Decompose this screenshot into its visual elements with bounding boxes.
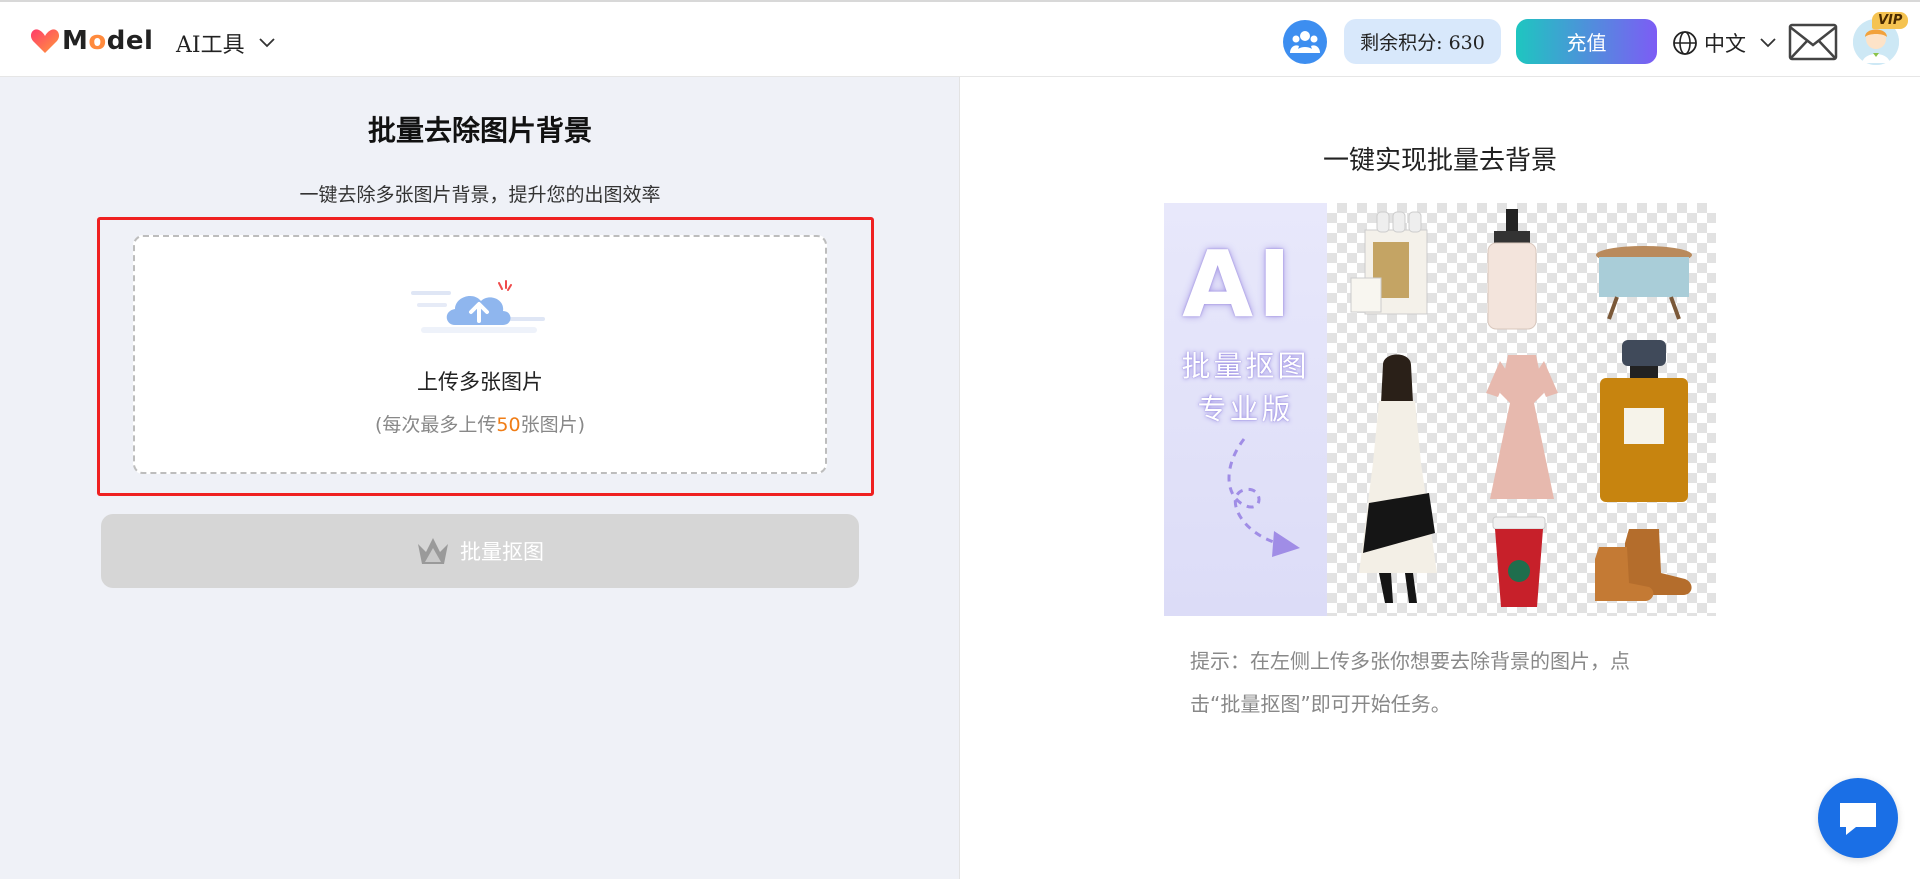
- product-boots-icon: [1595, 529, 1692, 601]
- language-label: 中文: [1704, 32, 1746, 56]
- product-device-icon: [1596, 246, 1692, 320]
- showcase-image: AI 批量抠图 专业版: [1164, 203, 1716, 616]
- chevron-down-icon: [1760, 38, 1776, 48]
- cloud-upload-icon: [411, 280, 545, 333]
- batch-cutout-label: 批量抠图: [460, 541, 544, 564]
- chat-button[interactable]: [1818, 778, 1898, 858]
- ai-tools-label: AI工具: [176, 33, 245, 58]
- vip-badge: VIP: [1872, 12, 1909, 29]
- ai-tools-menu[interactable]: AI工具: [176, 27, 275, 59]
- community-button[interactable]: [1283, 20, 1327, 64]
- upload-limit-number: 50: [496, 414, 521, 436]
- product-perfume-icon: [1600, 340, 1688, 502]
- product-cup-icon: [1492, 516, 1546, 607]
- language-selector[interactable]: 中文: [1672, 28, 1776, 58]
- page-title: 批量去除图片背景: [367, 114, 592, 147]
- upload-limit-suffix: 张图片): [520, 414, 586, 436]
- community-icon: [1290, 31, 1320, 53]
- mail-icon[interactable]: [1788, 23, 1838, 61]
- page-subtitle: 一键去除多张图片背景，提升您的出图效率: [299, 184, 661, 206]
- hint-text: 提示：在左侧上传多张你想要去除背景的图片，点击“批量抠图”即可开始任务。: [1190, 649, 1630, 716]
- showcase-title: 一键实现批量去背景: [1322, 146, 1557, 176]
- showcase-line1: 批量抠图: [1181, 349, 1310, 383]
- dashed-arrow-icon: [1227, 438, 1300, 557]
- points-balance: 剩余积分: 630: [1344, 19, 1501, 64]
- logo-text-m: M: [62, 26, 89, 56]
- chevron-down-icon: [258, 38, 275, 48]
- upload-dropzone[interactable]: [133, 235, 827, 474]
- upload-limit-prefix: (每次最多上传: [374, 414, 497, 436]
- showcase-ai-text: AI: [1182, 231, 1296, 338]
- showcase-line2: 专业版: [1197, 392, 1294, 426]
- product-bottle-icon: [1487, 209, 1537, 330]
- product-woman-icon: [1359, 354, 1437, 603]
- product-dress-icon: [1486, 355, 1558, 499]
- recharge-button[interactable]: 充值: [1516, 19, 1657, 64]
- upload-title: 上传多张图片: [417, 370, 543, 394]
- logo-text-del: del: [106, 26, 154, 56]
- top-header: Mo del AI工具 剩余积分: 630 充值 中文 VIP: [0, 0, 1920, 77]
- globe-icon: [1673, 31, 1697, 55]
- app-logo[interactable]: Mo del: [30, 26, 153, 56]
- upload-limit: (每次最多上传50张图片): [133, 410, 827, 437]
- chat-icon: [1840, 803, 1876, 835]
- crown-icon: [418, 538, 448, 564]
- heart-logo-icon: [30, 29, 60, 53]
- batch-cutout-button[interactable]: 批量抠图: [101, 514, 859, 588]
- logo-text-o: o: [88, 26, 107, 56]
- product-box-icon: [1350, 211, 1428, 315]
